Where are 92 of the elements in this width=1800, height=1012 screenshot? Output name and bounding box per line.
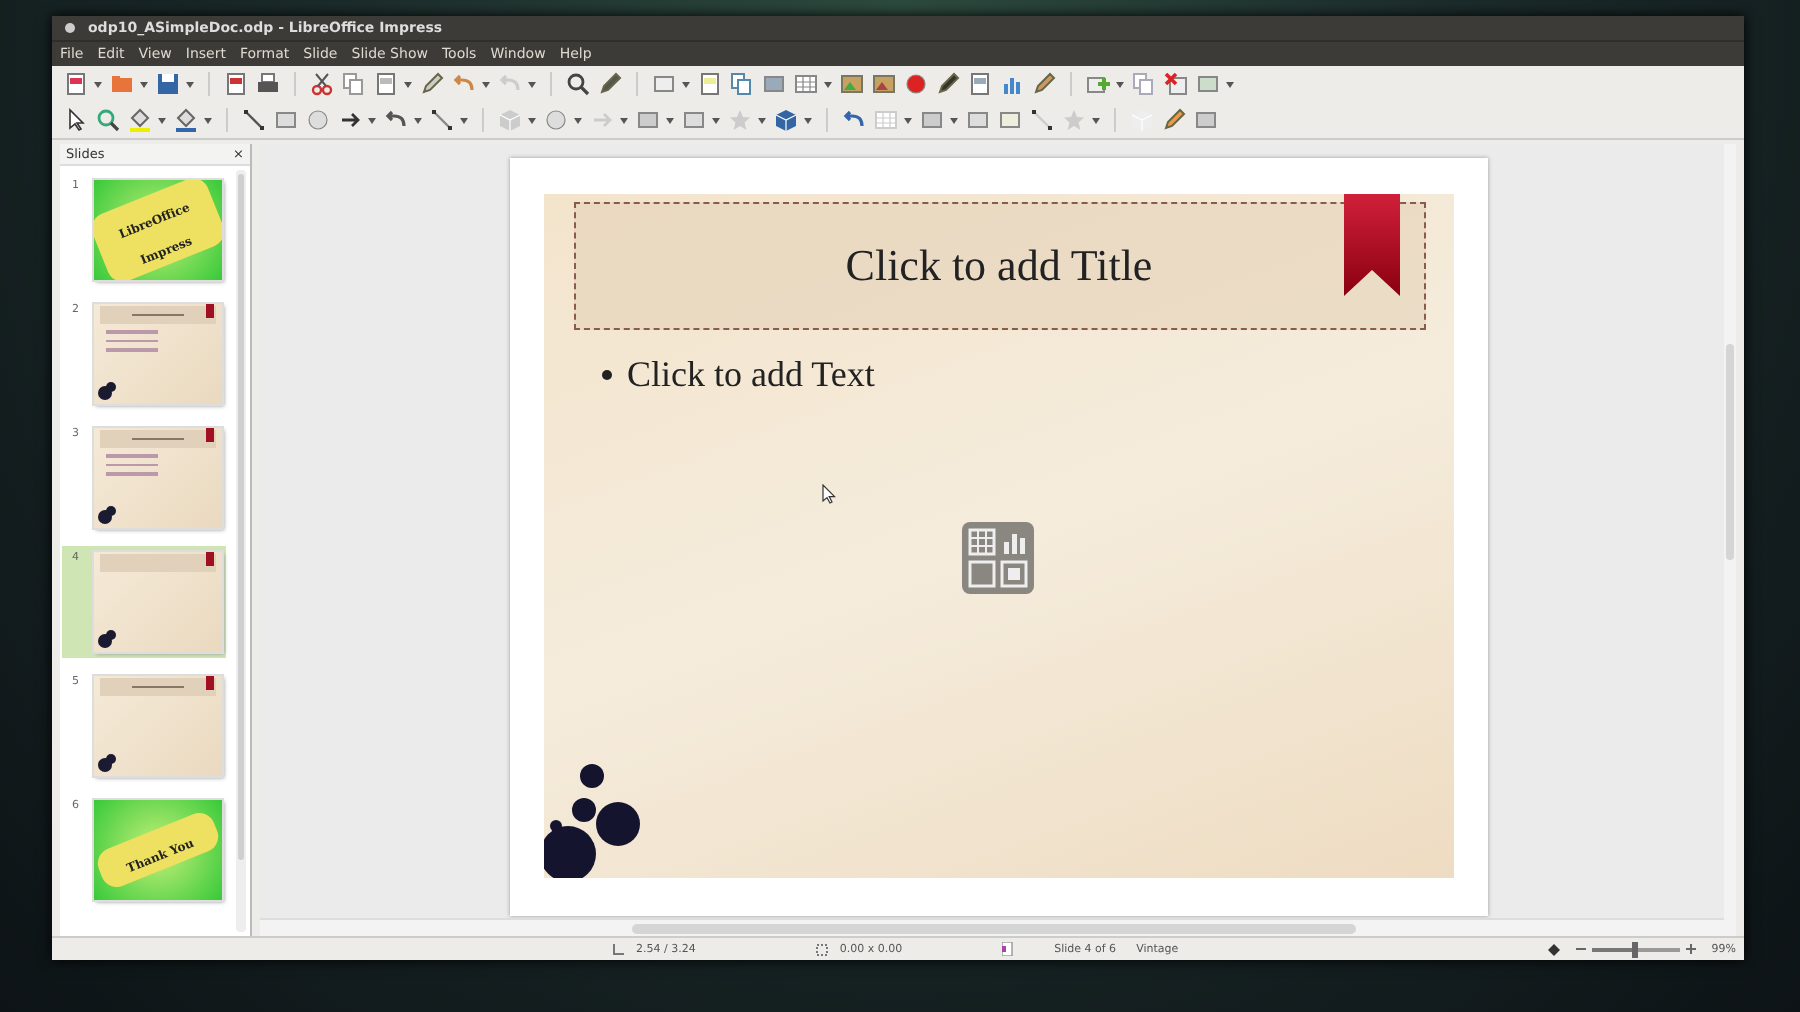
arrange-icon[interactable] [920, 108, 944, 132]
glue-points-icon[interactable] [1162, 108, 1186, 132]
dropdown-arrow-icon[interactable] [824, 81, 832, 87]
title-placeholder[interactable]: Click to add Title [573, 202, 1425, 330]
curve-icon[interactable] [384, 108, 408, 132]
zoom-in-icon[interactable] [1685, 944, 1696, 954]
dropdown-arrow-icon[interactable] [414, 117, 422, 123]
dropdown-arrow-icon[interactable] [1226, 81, 1234, 87]
symbol-shapes-icon[interactable] [544, 108, 568, 132]
spelling-icon[interactable] [598, 72, 622, 96]
text-placeholder[interactable]: Click to add Text [627, 354, 875, 396]
dropdown-arrow-icon[interactable] [804, 117, 812, 123]
chart-icon[interactable] [1000, 72, 1024, 96]
copy-icon[interactable] [342, 72, 366, 96]
display-views-icon[interactable] [794, 72, 818, 96]
horizontal-scrollbar[interactable] [260, 918, 1736, 936]
dropdown-arrow-icon[interactable] [574, 117, 582, 123]
clone-formatting-icon[interactable] [420, 72, 444, 96]
dropdown-arrow-icon[interactable] [482, 81, 490, 87]
rotate-icon[interactable] [842, 108, 866, 132]
ink-blots-drawing [543, 762, 643, 878]
print-icon[interactable] [256, 72, 280, 96]
dropdown-arrow-icon[interactable] [528, 117, 536, 123]
dropdown-arrow-icon[interactable] [620, 117, 628, 123]
document-modified-icon [1547, 943, 1560, 955]
slide-thumbnail[interactable] [93, 428, 222, 528]
group-icon[interactable] [966, 108, 990, 132]
line-color-icon[interactable] [174, 108, 198, 132]
save-icon[interactable] [156, 72, 180, 96]
crop-icon[interactable] [1030, 108, 1054, 132]
slide-thumbnail[interactable] [93, 304, 222, 404]
line-icon[interactable] [242, 108, 266, 132]
shadow-icon[interactable] [998, 108, 1022, 132]
movie-icon[interactable] [872, 72, 896, 96]
dropdown-arrow-icon[interactable] [94, 81, 102, 87]
ellipse-icon[interactable] [306, 108, 330, 132]
dropdown-arrow-icon[interactable] [158, 117, 166, 123]
add-slide-icon[interactable] [1086, 72, 1110, 96]
new-slide-icon[interactable] [698, 72, 722, 96]
dropdown-arrow-icon[interactable] [950, 117, 958, 123]
paste-icon[interactable] [374, 72, 398, 96]
find-replace-icon[interactable] [566, 72, 590, 96]
text-box-icon[interactable] [968, 72, 992, 96]
dropdown-arrow-icon[interactable] [666, 117, 674, 123]
slide-thumbnail[interactable] [93, 676, 222, 776]
export-pdf-icon[interactable] [224, 72, 248, 96]
vertical-scrollbar[interactable] [1724, 144, 1736, 920]
zoom-out-icon[interactable] [1575, 944, 1586, 954]
dropdown-arrow-icon[interactable] [404, 81, 412, 87]
flowchart-icon[interactable] [636, 108, 660, 132]
record-icon[interactable] [904, 72, 928, 96]
signature-icon [1002, 942, 1015, 956]
zoom-icon[interactable] [96, 108, 120, 132]
cut-icon[interactable] [310, 72, 334, 96]
rectangle-icon[interactable] [274, 108, 298, 132]
dropdown-arrow-icon[interactable] [1092, 117, 1100, 123]
dropdown-arrow-icon[interactable] [204, 117, 212, 123]
master-slide-icon[interactable] [1196, 72, 1220, 96]
drawing-icon[interactable] [1032, 72, 1056, 96]
dropdown-arrow-icon[interactable] [528, 81, 536, 87]
slide-show-icon[interactable] [762, 72, 786, 96]
image-icon[interactable] [840, 72, 864, 96]
duplicate-slide-icon[interactable] [730, 72, 754, 96]
slide-thumbnail[interactable] [93, 552, 222, 652]
dropdown-arrow-icon[interactable] [460, 117, 468, 123]
stars-icon[interactable] [728, 108, 752, 132]
select-icon[interactable] [64, 108, 88, 132]
dropdown-arrow-icon[interactable] [904, 117, 912, 123]
dropdown-arrow-icon[interactable] [758, 117, 766, 123]
mouse-pointer-icon [821, 484, 835, 504]
position-icon [612, 943, 624, 955]
connector-icon[interactable] [430, 108, 454, 132]
delete-slide-icon[interactable] [1164, 72, 1188, 96]
dropdown-arrow-icon[interactable] [712, 117, 720, 123]
insert-content-icon[interactable] [961, 522, 1033, 594]
new-document-icon[interactable] [64, 72, 88, 96]
3d-objects-icon[interactable] [774, 108, 798, 132]
dropdown-arrow-icon[interactable] [186, 81, 194, 87]
dropdown-arrow-icon[interactable] [682, 81, 690, 87]
close-icon[interactable] [64, 22, 76, 34]
arrow-line-icon[interactable] [338, 108, 362, 132]
bookmark-ribbon-icon [1343, 194, 1399, 296]
dropdown-arrow-icon[interactable] [1116, 81, 1124, 87]
extrusion-icon[interactable] [1194, 108, 1218, 132]
size-icon [815, 943, 828, 955]
bullet-icon [601, 370, 611, 380]
fontwork-icon[interactable] [936, 72, 960, 96]
dropdown-arrow-icon[interactable] [140, 81, 148, 87]
fill-color-icon[interactable] [128, 108, 152, 132]
callouts-icon[interactable] [682, 108, 706, 132]
slide-layout-icon[interactable] [652, 72, 676, 96]
dropdown-arrow-icon[interactable] [368, 117, 376, 123]
